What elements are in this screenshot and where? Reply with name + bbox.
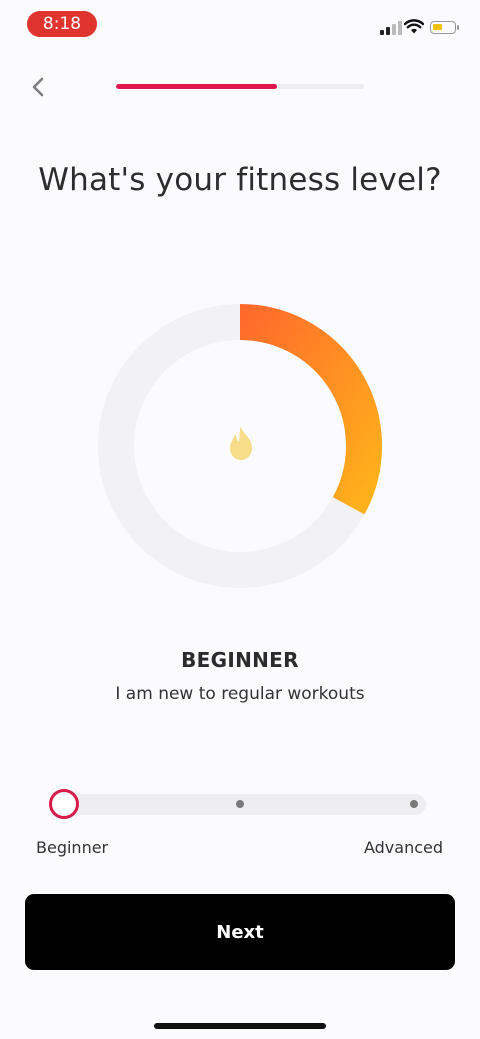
back-chevron-icon[interactable]	[28, 76, 50, 98]
page-title: What's your fitness level?	[38, 162, 442, 198]
slider-step-advanced[interactable]	[410, 800, 418, 808]
battery-icon	[430, 21, 459, 34]
onboarding-progress-fill	[116, 84, 278, 89]
next-button[interactable]: Next	[25, 894, 455, 970]
level-name: BEGINNER	[181, 648, 299, 672]
status-time: 8:18	[27, 11, 97, 37]
level-slider-thumb[interactable]	[49, 789, 79, 819]
slider-step-intermediate[interactable]	[236, 800, 244, 808]
flame-icon	[230, 426, 252, 460]
cellular-signal-icon	[380, 21, 402, 35]
wifi-icon	[404, 19, 424, 34]
home-indicator	[154, 1023, 326, 1029]
level-description: I am new to regular workouts	[115, 684, 365, 704]
gauge-arc	[239, 304, 382, 515]
slider-max-label: Advanced	[363, 838, 443, 857]
slider-min-label: Beginner	[36, 838, 109, 857]
onboarding-progress-bar	[116, 84, 364, 89]
status-bar: 8:18	[0, 0, 480, 50]
